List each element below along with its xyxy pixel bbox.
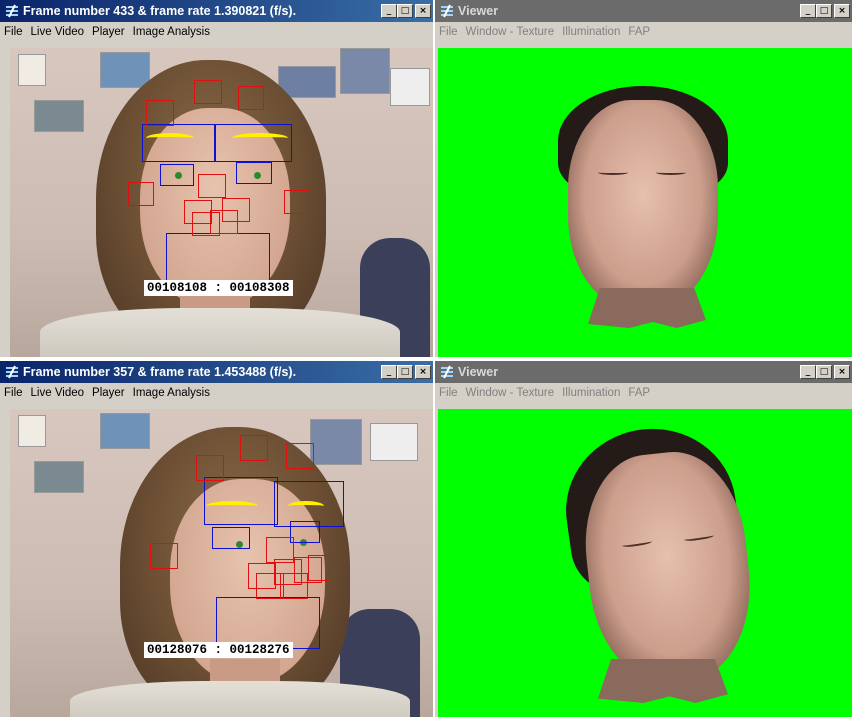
cheek-box — [128, 182, 154, 206]
mouth-box — [166, 233, 270, 285]
eye-box-left — [212, 527, 250, 549]
nose-box — [198, 174, 226, 198]
app-icon — [6, 4, 18, 18]
close-button[interactable]: × — [834, 365, 850, 379]
menu-bar: File Window - Texture Illumination FAP — [435, 22, 852, 42]
timecode-label: 00108108 : 00108308 — [144, 280, 293, 296]
tracker-window-bottom: Frame number 357 & frame rate 1.453488 (… — [0, 361, 433, 717]
face-3d — [576, 445, 760, 691]
postcard — [18, 415, 46, 447]
video-frame: 00108108 : 00108308 — [10, 48, 433, 357]
menu-live-video[interactable]: Live Video — [27, 26, 89, 38]
app-icon — [441, 4, 453, 18]
menu-window-texture[interactable]: Window - Texture — [462, 387, 559, 399]
nose-box — [280, 573, 308, 599]
minimize-button[interactable]: _ — [800, 365, 816, 379]
menu-file[interactable]: File — [0, 26, 27, 38]
menu-player[interactable]: Player — [88, 387, 129, 399]
postcard — [370, 423, 418, 461]
eyebrow-box-left — [142, 124, 216, 162]
menu-image-analysis[interactable]: Image Analysis — [129, 387, 214, 399]
close-button[interactable]: × — [834, 4, 850, 18]
timecode-label: 00128076 : 00128276 — [144, 642, 293, 658]
eye-box-left — [160, 164, 194, 186]
render-viewport[interactable] — [438, 409, 852, 717]
maximize-button[interactable]: □ — [816, 365, 832, 379]
face-3d — [568, 100, 718, 310]
title-bar[interactable]: Viewer _ □ × — [435, 361, 852, 383]
postcard — [100, 413, 150, 449]
eyebrow-box-right — [214, 124, 292, 162]
nose-box — [210, 210, 238, 234]
menu-window-texture[interactable]: Window - Texture — [462, 26, 559, 38]
viewer-window-top: Viewer _ □ × File Window - Texture Illum… — [435, 0, 852, 357]
postcard — [390, 68, 430, 106]
eye-3d — [656, 170, 686, 175]
sweater — [70, 681, 410, 717]
menu-file[interactable]: File — [435, 387, 462, 399]
cheek-box — [150, 543, 178, 569]
tracker-window-top: Frame number 433 & frame rate 1.390821 (… — [0, 0, 433, 357]
sweater — [40, 308, 400, 357]
menu-image-analysis[interactable]: Image Analysis — [129, 26, 214, 38]
menu-bar: File Live Video Player Image Analysis — [0, 22, 433, 42]
app-icon — [6, 365, 18, 379]
close-button[interactable]: × — [415, 365, 431, 379]
forehead-box — [194, 80, 222, 104]
menu-file[interactable]: File — [435, 26, 462, 38]
forehead-box — [146, 100, 174, 126]
menu-fap[interactable]: FAP — [624, 387, 654, 399]
menu-player[interactable]: Player — [88, 26, 129, 38]
window-title: Frame number 433 & frame rate 1.390821 (… — [23, 4, 297, 18]
app-icon — [441, 365, 453, 379]
menu-bar: File Window - Texture Illumination FAP — [435, 383, 852, 403]
menu-illumination[interactable]: Illumination — [558, 387, 624, 399]
nose-box — [308, 555, 330, 581]
maximize-button[interactable]: □ — [397, 365, 413, 379]
render-viewport[interactable] — [438, 48, 852, 357]
menu-file[interactable]: File — [0, 387, 27, 399]
minimize-button[interactable]: _ — [381, 4, 397, 18]
eyebrow-box-left — [204, 477, 278, 525]
window-title: Viewer — [458, 365, 499, 379]
maximize-button[interactable]: □ — [816, 4, 832, 18]
title-bar[interactable]: Frame number 357 & frame rate 1.453488 (… — [0, 361, 433, 383]
eye-box-right — [290, 521, 320, 543]
postcard — [34, 100, 84, 132]
postcard — [340, 48, 390, 94]
forehead-box — [286, 443, 314, 469]
neck-3d — [588, 288, 706, 328]
title-bar[interactable]: Frame number 433 & frame rate 1.390821 (… — [0, 0, 433, 22]
window-title: Frame number 357 & frame rate 1.453488 (… — [23, 365, 297, 379]
maximize-button[interactable]: □ — [397, 4, 413, 18]
minimize-button[interactable]: _ — [381, 365, 397, 379]
minimize-button[interactable]: _ — [800, 4, 816, 18]
neck-3d — [598, 659, 728, 703]
cheek-box — [284, 190, 310, 214]
postcard — [18, 54, 46, 86]
menu-illumination[interactable]: Illumination — [558, 26, 624, 38]
viewer-window-bottom: Viewer _ □ × File Window - Texture Illum… — [435, 361, 852, 717]
close-button[interactable]: × — [415, 4, 431, 18]
postcard — [100, 52, 150, 88]
forehead-box — [196, 455, 224, 481]
forehead-box — [238, 86, 264, 110]
eye-3d — [598, 170, 628, 175]
window-title: Viewer — [458, 4, 499, 18]
eye-box-right — [236, 162, 272, 184]
menu-live-video[interactable]: Live Video — [27, 387, 89, 399]
postcard — [310, 419, 362, 465]
forehead-box — [240, 435, 268, 461]
menu-bar: File Live Video Player Image Analysis — [0, 383, 433, 403]
video-frame: 00128076 : 00128276 — [10, 409, 433, 717]
postcard — [34, 461, 84, 493]
menu-fap[interactable]: FAP — [624, 26, 654, 38]
title-bar[interactable]: Viewer _ □ × — [435, 0, 852, 22]
